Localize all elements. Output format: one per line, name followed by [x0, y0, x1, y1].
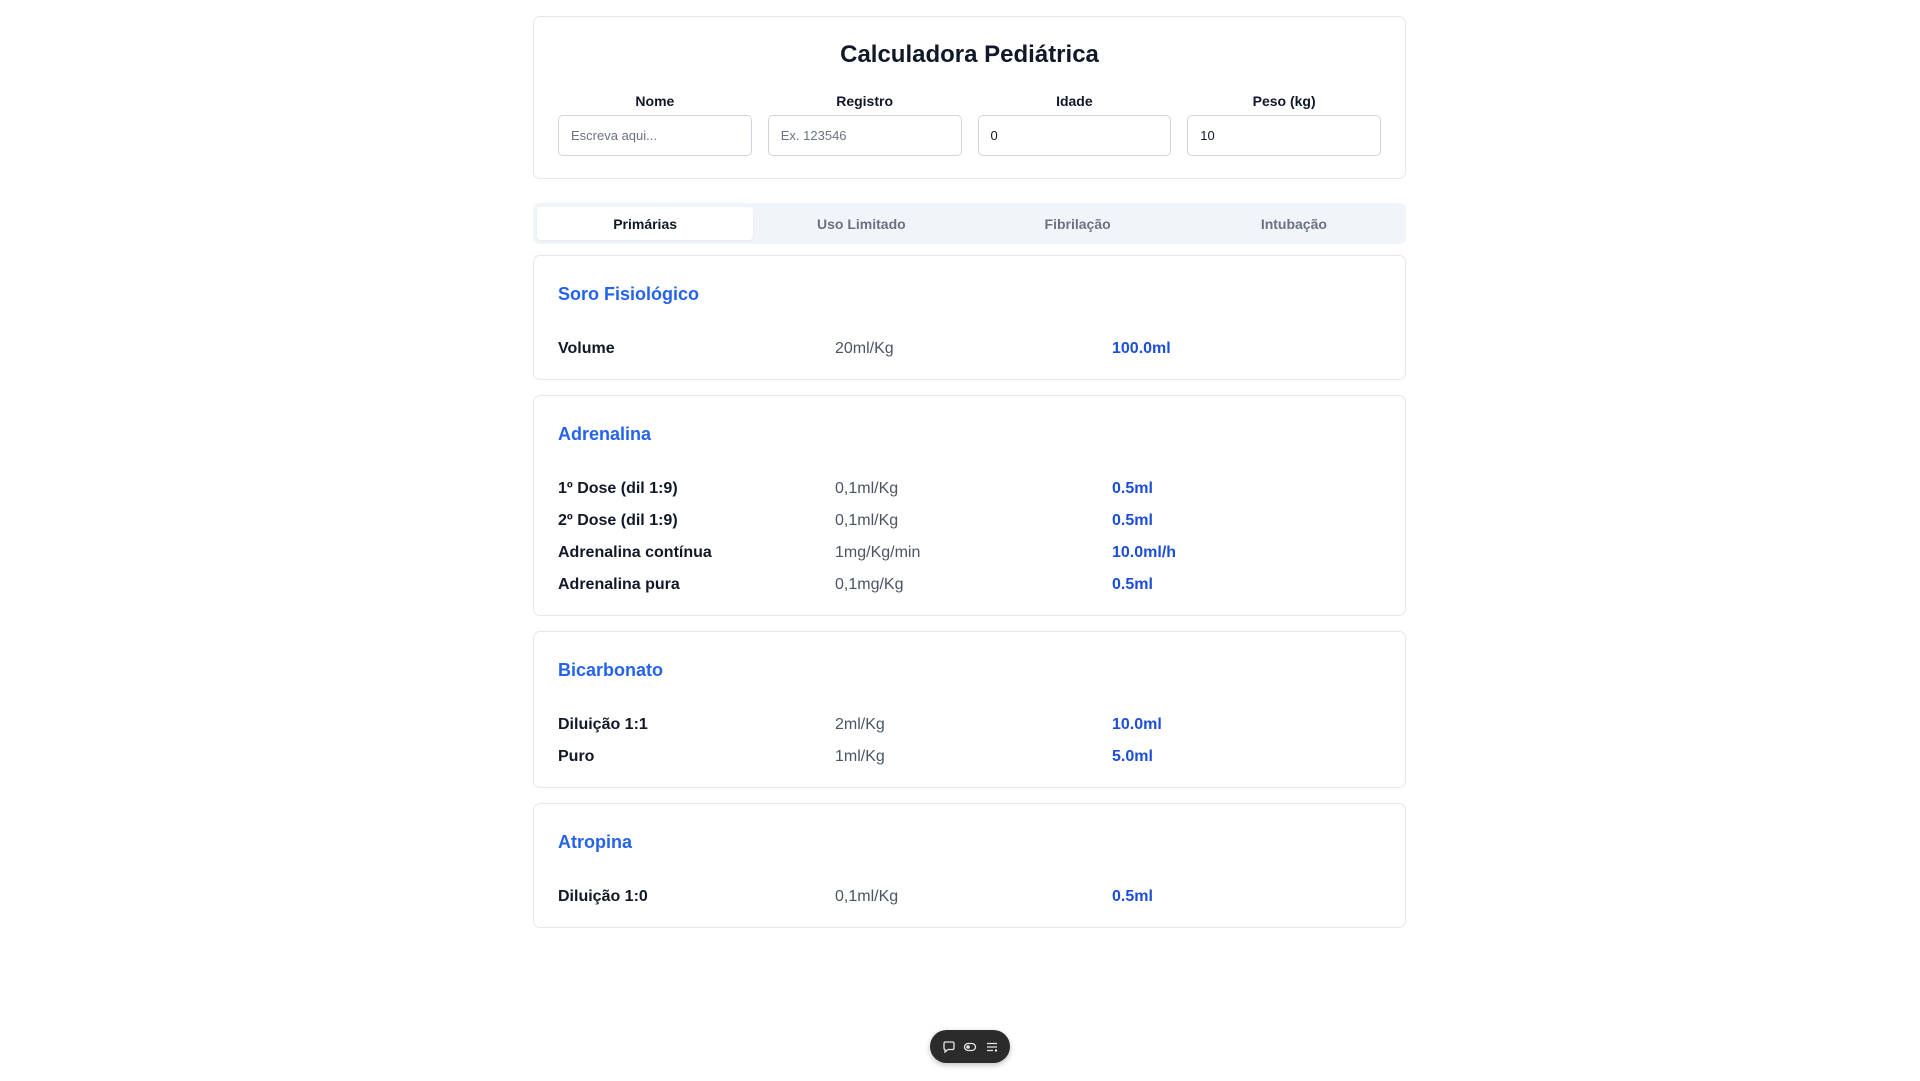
- dose-result: 0.5ml: [1112, 576, 1153, 593]
- dose-rate: 0,1ml/Kg: [835, 480, 899, 497]
- dose-row: 1º Dose (dil 1:9) 0,1ml/Kg 0.5ml: [558, 473, 1381, 505]
- dose-result: 0.5ml: [1112, 888, 1153, 905]
- dose-name: Diluição 1:0: [558, 888, 648, 905]
- menu-icon[interactable]: [983, 1038, 1001, 1056]
- name-field-group: Nome: [558, 93, 752, 156]
- name-input[interactable]: [558, 115, 752, 156]
- floating-toolbar: [930, 1030, 1010, 1063]
- idade-input[interactable]: [977, 115, 1172, 156]
- drug-title: Soro Fisiológico: [558, 284, 700, 304]
- dose-row: Adrenalina pura 0,1mg/Kg 0.5ml: [558, 569, 1381, 601]
- dose-name: 2º Dose (dil 1:9): [558, 512, 678, 529]
- dose-rate: 0,1ml/Kg: [835, 888, 899, 905]
- drug-title: Adrenalina: [558, 424, 652, 444]
- dose-result: 100.0ml: [1112, 340, 1171, 357]
- dose-rate: 0,1mg/Kg: [835, 576, 904, 593]
- category-tabs: Primárias Uso Limitado Fibrilação Intuba…: [533, 203, 1406, 244]
- dose-rate: 1ml/Kg: [835, 748, 885, 765]
- peso-field-group: Peso (kg): [1187, 93, 1381, 156]
- patient-fields: Nome Registro Idade Peso (kg): [558, 93, 1381, 156]
- tab-primarias[interactable]: Primárias: [537, 207, 754, 240]
- dose-rate: 20ml/Kg: [835, 340, 894, 357]
- tab-fibrilacao[interactable]: Fibrilação: [970, 207, 1186, 240]
- registro-label: Registro: [836, 93, 894, 109]
- dose-result: 10.0ml: [1112, 716, 1162, 733]
- peso-input[interactable]: [1187, 115, 1381, 156]
- dose-name: Diluição 1:1: [558, 716, 648, 733]
- dose-name: Puro: [558, 748, 595, 765]
- calculator-container: Calculadora Pediátrica Nome Registro Ida…: [533, 16, 1406, 928]
- dose-row: 2º Dose (dil 1:9) 0,1ml/Kg 0.5ml: [558, 505, 1381, 537]
- dose-result: 0.5ml: [1112, 512, 1153, 529]
- dose-row: Volume 20ml/Kg 100.0ml: [558, 333, 1381, 365]
- dose-row: Adrenalina contínua 1mg/Kg/min 10.0ml/h: [558, 537, 1381, 569]
- registro-field-group: Registro: [767, 93, 962, 156]
- tab-intubacao[interactable]: Intubação: [1186, 207, 1402, 240]
- dose-name: Adrenalina contínua: [558, 544, 712, 561]
- drug-card-atropina: Atropina Diluição 1:0 0,1ml/Kg 0.5ml: [533, 803, 1406, 928]
- drug-title: Bicarbonato: [558, 660, 664, 680]
- name-label: Nome: [635, 93, 675, 109]
- chat-icon[interactable]: [940, 1038, 958, 1056]
- drug-card-soro: Soro Fisiológico Volume 20ml/Kg 100.0ml: [533, 255, 1406, 380]
- dose-result: 5.0ml: [1112, 748, 1153, 765]
- dose-name: Adrenalina pura: [558, 576, 680, 593]
- drug-card-adrenalina: Adrenalina 1º Dose (dil 1:9) 0,1ml/Kg 0.…: [533, 395, 1406, 616]
- peso-label: Peso (kg): [1252, 93, 1316, 109]
- idade-field-group: Idade: [977, 93, 1172, 156]
- dose-row: Diluição 1:1 2ml/Kg 10.0ml: [558, 709, 1381, 741]
- toggle-icon[interactable]: [961, 1038, 979, 1056]
- dose-result: 0.5ml: [1112, 480, 1153, 497]
- registro-input[interactable]: [767, 115, 962, 156]
- tab-uso-limitado[interactable]: Uso Limitado: [753, 207, 969, 240]
- dose-name: Volume: [558, 340, 615, 357]
- idade-label: Idade: [1056, 93, 1093, 109]
- drug-card-bicarbonato: Bicarbonato Diluição 1:1 2ml/Kg 10.0ml P…: [533, 631, 1406, 788]
- dose-rate: 1mg/Kg/min: [835, 544, 921, 561]
- patient-info-card: Calculadora Pediátrica Nome Registro Ida…: [533, 16, 1406, 179]
- dose-row: Diluição 1:0 0,1ml/Kg 0.5ml: [558, 881, 1381, 913]
- drug-title: Atropina: [558, 832, 632, 852]
- dose-name: 1º Dose (dil 1:9): [558, 480, 678, 497]
- dose-row: Puro 1ml/Kg 5.0ml: [558, 741, 1381, 773]
- page-title: Calculadora Pediátrica: [840, 41, 1099, 68]
- dose-rate: 2ml/Kg: [835, 716, 885, 733]
- dose-result: 10.0ml/h: [1112, 544, 1177, 561]
- dose-rate: 0,1ml/Kg: [835, 512, 899, 529]
